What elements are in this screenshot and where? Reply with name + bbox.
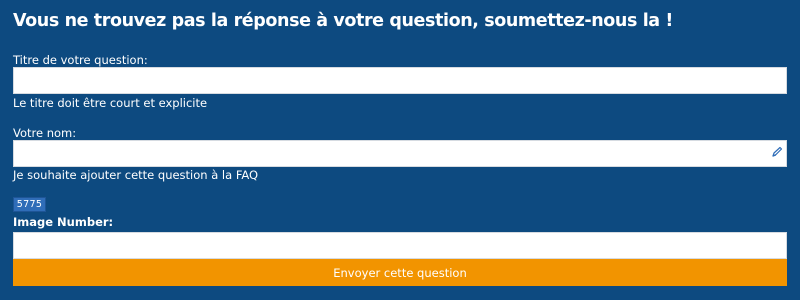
name-input[interactable] [13,140,787,167]
name-label: Votre nom: [13,126,77,140]
form-heading: Vous ne trouvez pas la réponse à votre q… [13,11,673,31]
captcha-image: 5775 [13,197,46,212]
pen-icon[interactable] [771,146,783,158]
question-title-help: Le titre doit être court et explicite [13,96,208,110]
captcha-label: Image Number: [13,215,114,229]
question-title-input[interactable] [13,67,787,94]
captcha-input[interactable] [13,232,787,259]
question-title-label: Titre de votre question: [13,53,148,67]
submit-question-button[interactable]: Envoyer cette question [13,259,787,286]
faq-option-text: Je souhaite ajouter cette question à la … [13,168,259,182]
